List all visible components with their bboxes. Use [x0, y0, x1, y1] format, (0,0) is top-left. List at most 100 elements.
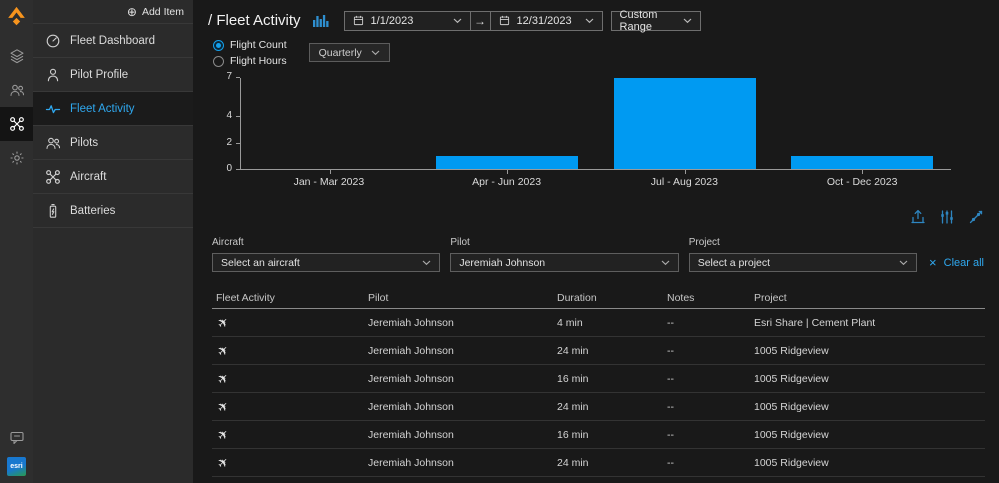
- table-row[interactable]: ✈ Jeremiah Johnson 24 min -- 1005 Ridgeview: [212, 337, 985, 365]
- table-cell-project: 1005 Ridgeview: [754, 456, 829, 469]
- table-row[interactable]: ✈ Jeremiah Johnson 24 min -- 1005 Ridgeview: [212, 393, 985, 421]
- column-header: Duration: [557, 292, 597, 304]
- end-date-picker[interactable]: 12/31/2023: [489, 10, 603, 31]
- chart-y-tick-label: 7: [226, 71, 232, 82]
- arrow-right-icon: →: [469, 10, 491, 31]
- pilot-select-value: Jeremiah Johnson: [459, 256, 546, 269]
- table-cell-notes: --: [667, 400, 674, 413]
- chart-slot: [241, 78, 419, 174]
- chart-x-tick-mark: [329, 170, 331, 174]
- chat-icon[interactable]: [0, 430, 33, 445]
- page-header: / Fleet Activity 1/1/2023 → 12/31/2023 C…: [208, 9, 985, 33]
- table-cell-pilot: Jeremiah Johnson: [368, 400, 454, 413]
- chart-y-tick-mark: [236, 142, 240, 144]
- table-row[interactable]: ✈ Jeremiah Johnson 24 min -- 1005 Ridgeview: [212, 449, 985, 477]
- table-row[interactable]: ✈ Jeremiah Johnson 16 min -- 1005 Ridgeview: [212, 421, 985, 449]
- chart-controls: Flight Count Flight Hours Quarterly: [208, 39, 985, 67]
- aircraft-icon: ✈: [213, 314, 233, 331]
- aircraft-select[interactable]: Select an aircraft: [212, 253, 441, 272]
- chart-plot: [240, 78, 952, 174]
- chart-x-tick-mark: [507, 170, 509, 174]
- pilot-filter: Pilot Jeremiah Johnson: [450, 237, 679, 272]
- chart-bar[interactable]: [436, 156, 579, 169]
- battery-icon: [45, 203, 61, 219]
- esri-logo[interactable]: esri: [7, 457, 26, 476]
- rail-bottom: esri: [0, 430, 33, 483]
- project-select[interactable]: Select a project: [688, 253, 918, 272]
- table-cell-project: 1005 Ridgeview: [754, 400, 829, 413]
- sidebar-item-fleet-dashboard[interactable]: Fleet Dashboard: [33, 23, 193, 57]
- chart-slot: [774, 78, 952, 174]
- sidebar-item-aircraft[interactable]: Aircraft: [33, 159, 193, 193]
- table-cell-duration: 16 min: [557, 372, 589, 385]
- column-settings-icon[interactable]: [968, 209, 984, 225]
- chart-x-labels: Jan - Mar 2023 Apr - Jun 2023 Jul - Aug 20…: [240, 176, 951, 188]
- chart-y-tick-label: 2: [226, 136, 232, 148]
- gear-icon[interactable]: [0, 141, 33, 175]
- interval-select[interactable]: Quarterly: [308, 43, 390, 62]
- site-scan-logo[interactable]: [0, 0, 33, 33]
- export-icon[interactable]: [910, 209, 926, 225]
- sidebar-item-label: Aircraft: [70, 170, 107, 183]
- chart-x-label: Jul - Aug 2023: [650, 176, 718, 188]
- sidebar-item-label: Pilots: [70, 136, 99, 149]
- chart-x-label: Apr - Jun 2023: [472, 176, 542, 188]
- chart-y-tick-label: 0: [226, 163, 232, 174]
- chart-x-tick-mark: [862, 170, 864, 174]
- pulse-icon: [45, 101, 61, 117]
- chart-x-label: Jan - Mar 2023: [293, 176, 365, 188]
- close-icon: ×: [929, 255, 937, 270]
- table-cell-notes: --: [667, 372, 674, 385]
- table-cell-notes: --: [667, 428, 674, 441]
- add-item-button[interactable]: ⊕ Add Item: [33, 0, 193, 23]
- aircraft-select-value: Select an aircraft: [221, 256, 300, 269]
- sidebar-item-batteries[interactable]: Batteries: [33, 193, 193, 227]
- chart-toolbar: [208, 209, 985, 225]
- table-row[interactable]: ✈ Jeremiah Johnson 16 min -- 1005 Ridgeview: [212, 365, 985, 393]
- sidebar-item-fleet-activity[interactable]: Fleet Activity: [33, 91, 193, 125]
- sidebar-item-pilot-profile[interactable]: Pilot Profile: [33, 57, 193, 91]
- aircraft-icon: ✈: [213, 342, 233, 359]
- range-preset-select[interactable]: Custom Range: [610, 9, 701, 33]
- plus-circle-icon: ⊕: [126, 4, 137, 19]
- aircraft-icon: ✈: [213, 398, 233, 415]
- radio-unselected-icon: [213, 55, 224, 67]
- sidebar: ⊕ Add Item Fleet Dashboard Pilot Profile…: [33, 0, 193, 483]
- table-cell-pilot: Jeremiah Johnson: [368, 316, 454, 329]
- table-cell-duration: 24 min: [557, 344, 589, 357]
- table-cell-duration: 24 min: [557, 400, 589, 413]
- flight-count-radio[interactable]: Flight Count: [213, 39, 287, 51]
- sliders-icon[interactable]: [939, 209, 955, 225]
- project-filter: Project Select a project: [688, 237, 918, 272]
- chevron-down-icon: [661, 260, 670, 266]
- table-cell-pilot: Jeremiah Johnson: [368, 428, 454, 441]
- metric-radio-group: Flight Count Flight Hours: [208, 39, 287, 67]
- table-cell-duration: 4 min: [557, 316, 583, 329]
- table-cell-project: 1005 Ridgeview: [754, 372, 829, 385]
- chart-bar[interactable]: [613, 78, 756, 169]
- table-row[interactable]: ✈ Jeremiah Johnson 4 min -- Esri Share | Cem…: [212, 309, 985, 337]
- table-cell-project: 1005 Ridgeview: [754, 344, 829, 357]
- flight-count-label: Flight Count: [230, 39, 287, 51]
- table-body: ✈ Jeremiah Johnson 4 min -- Esri Share | Cem…: [212, 309, 985, 483]
- calendar-icon: [353, 15, 364, 26]
- table-cell-project: Esri Share | Cement Plant: [754, 316, 876, 329]
- flight-hours-radio[interactable]: Flight Hours: [213, 55, 287, 67]
- chart-slot: [596, 78, 774, 174]
- sidebar-divider: [33, 227, 193, 228]
- chart-x-tick-mark: [684, 170, 686, 174]
- table-row[interactable]: ✈: [212, 477, 985, 483]
- pilot-select[interactable]: Jeremiah Johnson: [450, 253, 679, 272]
- drone-icon[interactable]: [0, 107, 33, 141]
- sidebar-item-pilots[interactable]: Pilots: [33, 125, 193, 159]
- histogram-icon: [312, 13, 329, 28]
- table-cell-pilot: Jeremiah Johnson: [368, 344, 454, 357]
- clear-all-button[interactable]: × Clear all: [929, 253, 985, 272]
- chevron-down-icon: [453, 18, 462, 24]
- column-header: Project: [754, 292, 787, 304]
- layers-icon[interactable]: [0, 39, 33, 73]
- chart-bar[interactable]: [791, 156, 934, 169]
- start-date-picker[interactable]: 1/1/2023: [343, 10, 471, 31]
- table-cell-duration: 24 min: [557, 456, 589, 469]
- users-icon[interactable]: [0, 73, 33, 107]
